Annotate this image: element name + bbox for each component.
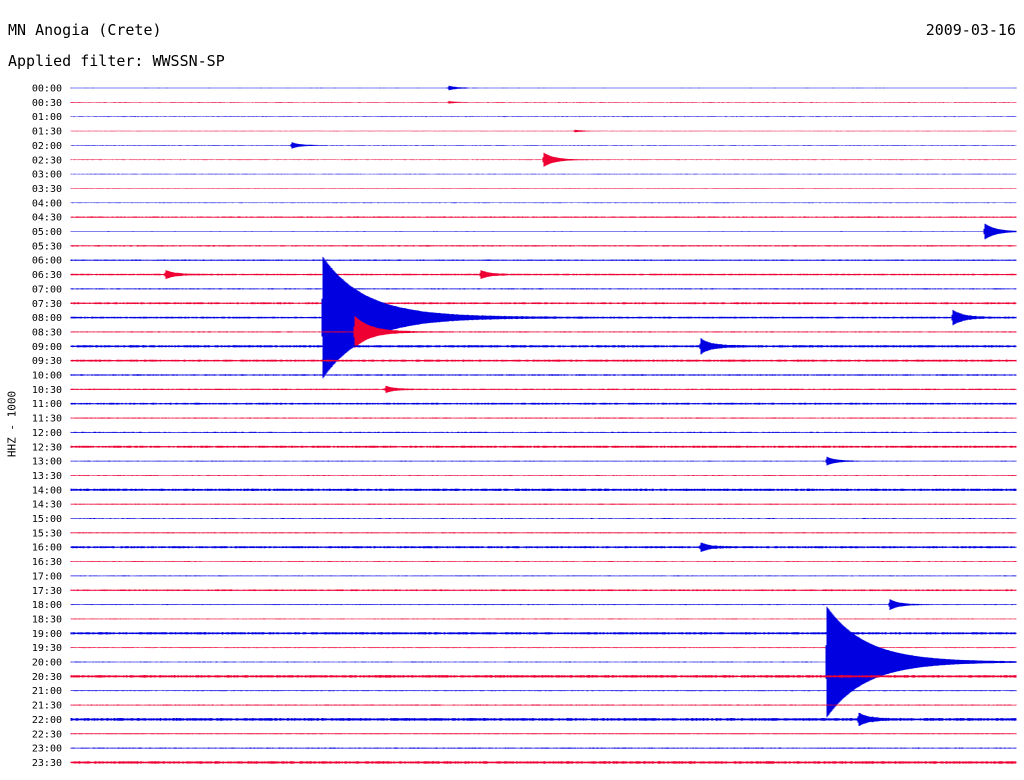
row-time-label: 07:30 [32,299,62,310]
row-time-label: 18:00 [32,600,62,611]
trace-line [70,85,1017,91]
trace-line [70,188,1017,189]
trace-line [70,733,1017,735]
trace-line [70,316,1017,348]
row-time-label: 13:30 [32,471,62,482]
trace-line [70,431,1017,433]
trace-line [70,690,1017,692]
row-time-label: 07:00 [32,284,62,295]
trace-line [70,385,1017,393]
trace-line [70,475,1017,476]
trace-line [70,259,1017,261]
row-time-label: 12:30 [32,442,62,453]
trace-line [70,747,1017,749]
row-time-label: 22:30 [32,729,62,740]
seismogram-plot: 00:00 00:30 01:00 01:30 02:00 02:30 03:00 03:30… [32,84,1017,769]
row-time-label: 13:00 [32,457,62,468]
trace-line [70,216,1017,218]
row-time-label: 19:30 [32,643,62,654]
trace-line [70,518,1017,519]
trace-line [70,532,1017,534]
row-time-label: 03:00 [32,170,62,181]
trace-line [70,675,1017,678]
trace-line [70,704,1017,706]
row-time-label: 00:30 [32,98,62,109]
trace-line [70,456,1017,466]
row-time-label: 06:00 [32,256,62,267]
trace-line [70,589,1017,592]
trace-line [70,338,1017,355]
trace-line [70,270,1017,279]
row-time-label: 11:30 [32,414,62,425]
row-time-label: 23:00 [32,744,62,755]
trace-line [70,374,1017,376]
row-time-label: 05:30 [32,241,62,252]
row-time-label: 18:30 [32,614,62,625]
trace-line [70,618,1017,620]
row-time-label: 06:30 [32,270,62,281]
row-time-label: 01:30 [32,127,62,138]
row-time-label: 12:00 [32,428,62,439]
trace-line [70,488,1017,491]
trace-line [70,223,1017,240]
row-time-label: 01:00 [32,112,62,123]
row-time-label: 09:00 [32,342,62,353]
trace-line [70,632,1017,635]
row-time-label: 09:30 [32,356,62,367]
trace-line [70,599,1017,610]
trace-line [70,445,1017,448]
row-time-label: 22:00 [32,715,62,726]
trace-line [70,417,1017,419]
trace-line [70,142,1017,149]
trace-line [70,202,1017,204]
row-time-label: 08:30 [32,327,62,338]
trace-line [70,761,1017,764]
row-time-label: 16:30 [32,557,62,568]
row-time-label: 03:30 [32,184,62,195]
row-time-label: 00:00 [32,84,62,95]
row-time-label: 16:00 [32,543,62,554]
row-time-label: 20:30 [32,672,62,683]
trace-line [70,288,1017,290]
trace-line [70,712,1017,726]
trace-line [70,575,1017,577]
row-time-label: 08:00 [32,313,62,324]
trace-line [70,101,1017,104]
row-time-label: 04:30 [32,213,62,224]
row-time-label: 05:00 [32,227,62,238]
row-time-label: 15:30 [32,528,62,539]
trace-line [70,402,1017,405]
row-time-label: 17:30 [32,586,62,597]
row-time-label: 21:00 [32,686,62,697]
row-time-label: 14:00 [32,485,62,496]
trace-line [70,561,1017,562]
row-time-label: 10:30 [32,385,62,396]
row-time-label: 10:00 [32,371,62,382]
row-time-label: 14:30 [32,500,62,511]
trace-line [70,152,1017,167]
trace-line [70,245,1017,247]
trace-line [70,173,1017,175]
row-time-label: 02:00 [32,141,62,152]
row-time-label: 21:30 [32,701,62,712]
row-time-label: 19:00 [32,629,62,640]
row-time-label: 02:30 [32,155,62,166]
row-time-label: 15:00 [32,514,62,525]
trace-line [70,129,1017,133]
trace-line [70,542,1017,552]
trace-line [70,359,1017,362]
trace-line [70,116,1017,118]
row-time-label: 04:00 [32,198,62,209]
row-time-label: 23:30 [32,758,62,769]
row-time-label: 20:00 [32,658,62,669]
trace-line [70,302,1017,305]
trace-line [70,503,1017,505]
row-time-label: 11:00 [32,399,62,410]
row-time-label: 17:00 [32,571,62,582]
trace-line [70,606,1017,718]
